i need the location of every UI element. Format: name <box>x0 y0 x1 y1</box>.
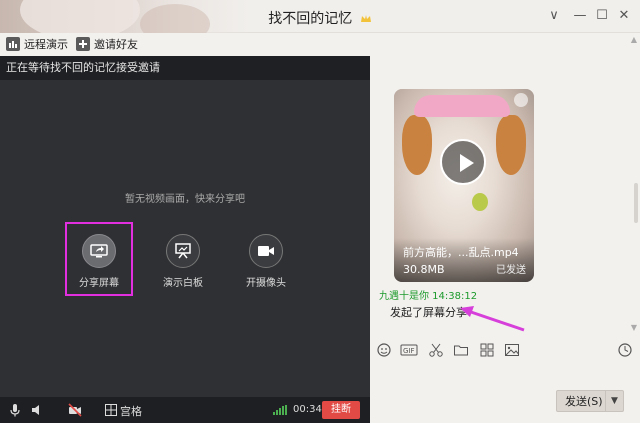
message-sender-time: 九遇十是你 14:38:12 <box>379 291 478 302</box>
history-clock-icon[interactable] <box>617 342 633 358</box>
grid-view-label[interactable]: 宫格 <box>120 403 142 419</box>
menu-chevron-icon[interactable]: ∨ <box>544 6 564 26</box>
hangup-button[interactable]: 挂断 <box>322 401 360 419</box>
title-bar: 找不回的记忆 ∨ — ☐ ✕ <box>0 0 640 33</box>
minimize-button[interactable]: — <box>570 6 590 26</box>
video-message-card[interactable]: 前方高能，...乱点.mp4 30.8MB 已发送 <box>394 89 534 282</box>
no-video-message: 暂无视频画面，快来分享吧 <box>125 194 245 205</box>
input-toolbar: GIF <box>370 339 640 361</box>
scroll-up-icon[interactable]: ▲ <box>631 35 637 44</box>
microphone-icon[interactable] <box>8 403 22 417</box>
chat-panel: ▲ ▼ 前方高能，...乱点.mp4 30.8MB 已发送 九遇十是你 14:3… <box>370 33 640 423</box>
whiteboard-icon <box>166 234 200 268</box>
screenshot-scissors-icon[interactable] <box>428 342 444 358</box>
scroll-down-icon[interactable]: ▼ <box>631 323 637 332</box>
send-button[interactable]: 发送(S) ▼ <box>556 390 624 412</box>
presentation-icon <box>6 37 20 51</box>
camera-button[interactable]: 开摄像头 <box>230 224 302 289</box>
svg-text:GIF: GIF <box>403 347 415 355</box>
vip-crown-icon <box>360 15 371 22</box>
video-file-size: 30.8MB <box>403 263 445 276</box>
camera-label: 开摄像头 <box>246 278 286 289</box>
whiteboard-label: 演示白板 <box>163 278 203 289</box>
thumbnail-detail <box>402 115 432 175</box>
close-button[interactable]: ✕ <box>614 6 634 26</box>
speaker-icon[interactable] <box>30 403 44 417</box>
grid-view-icon[interactable] <box>104 403 118 417</box>
folder-icon[interactable] <box>453 342 469 358</box>
emoji-icon[interactable] <box>376 342 392 358</box>
gallery-icon[interactable] <box>479 342 495 358</box>
thumbnail-detail <box>472 193 488 211</box>
video-send-status: 已发送 <box>496 265 526 276</box>
waiting-status-bar: 正在等待找不回的记忆接受邀请 <box>0 56 370 80</box>
invite-friends-label: 邀请好友 <box>94 38 138 51</box>
window-title-text: 找不回的记忆 <box>268 11 353 27</box>
gif-icon[interactable]: GIF <box>400 342 418 358</box>
camera-icon <box>249 234 283 268</box>
thumbnail-detail <box>496 115 526 175</box>
video-area: 正在等待找不回的记忆接受邀请 暂无视频画面，快来分享吧 分享屏幕 演示白板 开摄… <box>0 56 370 397</box>
chat-scrollbar[interactable] <box>634 183 638 223</box>
thumbnail-detail <box>414 95 510 117</box>
invite-friends-button[interactable]: 邀请好友 <box>76 36 138 52</box>
send-options-chevron-icon[interactable]: ▼ <box>605 391 623 411</box>
signal-strength-icon <box>273 405 287 415</box>
annotation-arrow-icon <box>460 306 525 332</box>
video-file-name: 前方高能，...乱点.mp4 <box>403 246 519 259</box>
maximize-button[interactable]: ☐ <box>592 6 612 26</box>
card-menu-icon[interactable] <box>514 93 528 107</box>
send-label: 发送(S) <box>565 395 603 408</box>
image-icon[interactable] <box>504 342 520 358</box>
call-timer: 00:34 <box>293 404 322 415</box>
remote-demo-label: 远程演示 <box>24 38 68 51</box>
camera-off-icon[interactable] <box>68 403 82 417</box>
share-screen-highlight-box <box>65 222 133 296</box>
remote-demo-button[interactable]: 远程演示 <box>6 36 68 52</box>
whiteboard-button[interactable]: 演示白板 <box>147 224 219 289</box>
add-friend-icon <box>76 37 90 51</box>
play-icon[interactable] <box>440 139 486 185</box>
call-bottom-bar: 宫格 00:34 挂断 <box>0 397 370 423</box>
call-toolbar: 远程演示 邀请好友 <box>0 33 370 55</box>
